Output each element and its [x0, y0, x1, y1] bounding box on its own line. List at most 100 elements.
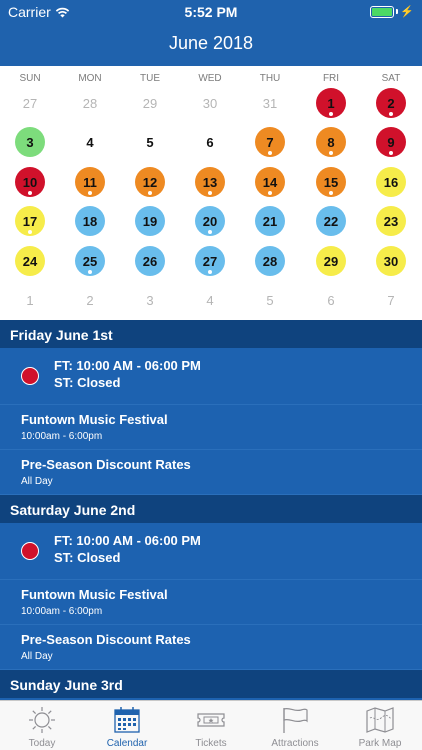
calendar-day[interactable]: 8 — [316, 127, 346, 157]
calendar-day[interactable]: 29 — [316, 246, 346, 276]
calendar-day[interactable]: 5 — [135, 127, 165, 157]
tab-bar: Today Calendar Tickets Attractions Park … — [0, 700, 422, 750]
calendar-day[interactable]: 29 — [135, 88, 165, 118]
event-row[interactable]: Funtown Music Festival 10:00am - 6:00pm — [0, 580, 422, 625]
calendar-day[interactable]: 1 — [316, 88, 346, 118]
map-icon — [366, 707, 394, 733]
calendar-day[interactable]: 1 — [15, 285, 45, 315]
calendar-day[interactable]: 28 — [75, 88, 105, 118]
event-row[interactable]: Pre-Season Discount Rates All Day — [0, 450, 422, 495]
day-number: 28 — [82, 95, 98, 111]
calendar-day[interactable]: 20 — [195, 206, 225, 236]
day-number: 12 — [142, 174, 158, 190]
event-dot — [148, 191, 152, 195]
weekday-label: THU — [259, 73, 281, 84]
day-number: 7 — [266, 134, 274, 150]
park-hours-row[interactable]: FT: 10:00 AM - 06:00 PM ST: Closed — [0, 523, 422, 580]
calendar-day[interactable]: 23 — [376, 206, 406, 236]
hours-status-indicator — [21, 542, 39, 560]
calendar-day[interactable]: 27 — [15, 88, 45, 118]
calendar-day[interactable]: 3 — [15, 127, 45, 157]
calendar-day[interactable]: 31 — [255, 88, 285, 118]
status-time: 5:52 PM — [184, 4, 238, 20]
calendar-day[interactable]: 19 — [135, 206, 165, 236]
event-row[interactable]: Funtown Music Festival 10:00am - 6:00pm — [0, 405, 422, 450]
calendar-day[interactable]: 2 — [376, 88, 406, 118]
calendar-day[interactable]: 25 — [75, 246, 105, 276]
calendar-day[interactable]: 3 — [135, 285, 165, 315]
calendar-day[interactable]: 13 — [195, 167, 225, 197]
calendar-day[interactable]: 7 — [376, 285, 406, 315]
event-time: All Day — [21, 651, 53, 662]
calendar-day[interactable]: 7 — [255, 127, 285, 157]
calendar-day[interactable]: 18 — [75, 206, 105, 236]
calendar-day[interactable]: 28 — [255, 246, 285, 276]
tab-label: Today — [28, 738, 56, 749]
day-number: 27 — [22, 95, 38, 111]
day-number: 6 — [206, 134, 214, 150]
day-number: 14 — [262, 174, 278, 190]
event-dot — [208, 191, 212, 195]
calendar-day[interactable]: 4 — [195, 285, 225, 315]
calendar-day[interactable]: 21 — [255, 206, 285, 236]
day-number: 3 — [26, 134, 34, 150]
weekday-label: FRI — [322, 73, 340, 84]
day-number: 8 — [327, 134, 335, 150]
event-time: All Day — [21, 476, 53, 487]
calendar-day[interactable]: 11 — [75, 167, 105, 197]
tab-park-map[interactable]: Park Map — [338, 701, 422, 750]
calendar-day[interactable]: 30 — [376, 246, 406, 276]
calendar-day[interactable]: 22 — [316, 206, 346, 236]
nav-bar: June 2018 — [0, 24, 422, 66]
calendar-day[interactable]: 14 — [255, 167, 285, 197]
park-hours-row[interactable]: FT: 10:00 AM - 06:00 PM ST: Closed — [0, 348, 422, 405]
day-number: 5 — [146, 134, 154, 150]
calendar-day[interactable]: 4 — [75, 127, 105, 157]
day-number: 1 — [327, 95, 335, 111]
calendar-day[interactable]: 5 — [255, 285, 285, 315]
calendar-day[interactable]: 9 — [376, 127, 406, 157]
calendar-day[interactable]: 16 — [376, 167, 406, 197]
day-number: 30 — [202, 95, 218, 111]
schedule-list[interactable]: Friday June 1st FT: 10:00 AM - 06:00 PM ST… — [0, 320, 422, 700]
event-row[interactable]: Pre-Season Discount Rates All Day — [0, 625, 422, 670]
event-dot — [389, 151, 393, 155]
tab-attractions[interactable]: Attractions — [253, 701, 337, 750]
weekday-label: SAT — [381, 73, 401, 84]
calendar-day[interactable]: 17 — [15, 206, 45, 236]
day-number: 16 — [383, 174, 399, 190]
event-dot — [28, 230, 32, 234]
splashtown-hours: ST: Closed — [54, 550, 121, 565]
event-dot — [389, 112, 393, 116]
day-section-header: Saturday June 2nd — [0, 495, 422, 523]
tab-tickets[interactable]: Tickets — [169, 701, 253, 750]
weekday-label: MON — [78, 73, 102, 84]
day-number: 15 — [323, 174, 339, 190]
day-number: 17 — [22, 213, 38, 229]
calendar-day[interactable]: 15 — [316, 167, 346, 197]
day-number: 1 — [26, 292, 34, 308]
sun-icon — [29, 707, 55, 733]
calendar-day[interactable]: 30 — [195, 88, 225, 118]
status-bar: Carrier 5:52 PM ⚡ — [0, 0, 422, 24]
tab-today[interactable]: Today — [0, 701, 84, 750]
day-number: 4 — [86, 134, 94, 150]
calendar-day[interactable]: 27 — [195, 246, 225, 276]
event-time: 10:00am - 6:00pm — [21, 431, 103, 442]
day-number: 27 — [202, 253, 218, 269]
calendar-day[interactable]: 12 — [135, 167, 165, 197]
day-number: 18 — [82, 213, 98, 229]
calendar-day[interactable]: 26 — [135, 246, 165, 276]
tab-calendar[interactable]: Calendar — [85, 701, 169, 750]
day-number: 24 — [22, 253, 38, 269]
day-number: 2 — [387, 95, 395, 111]
calendar-day[interactable]: 10 — [15, 167, 45, 197]
day-number: 19 — [142, 213, 158, 229]
calendar-day[interactable]: 6 — [316, 285, 346, 315]
calendar-day[interactable]: 2 — [75, 285, 105, 315]
day-number: 10 — [22, 174, 38, 190]
day-number: 9 — [387, 134, 395, 150]
calendar-day[interactable]: 24 — [15, 246, 45, 276]
calendar-day[interactable]: 6 — [195, 127, 225, 157]
day-number: 29 — [142, 95, 158, 111]
